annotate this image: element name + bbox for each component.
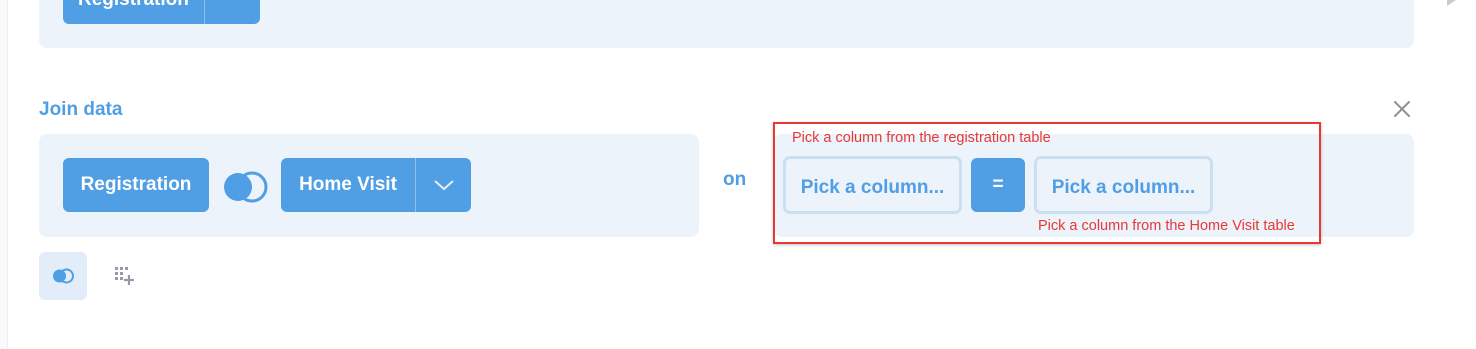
annotation-right-hint: Pick a column from the Home Visit table (1038, 218, 1295, 234)
previous-step-table-label: Registration (63, 0, 204, 24)
add-step-button[interactable] (100, 252, 148, 300)
on-label: on (723, 169, 747, 190)
operator-button[interactable]: = (971, 158, 1025, 212)
chevron-down-icon (433, 180, 454, 191)
join-type-button[interactable] (221, 171, 269, 203)
join-step-title: Join data (39, 99, 123, 120)
venn-diagram-icon (224, 171, 268, 203)
left-edge (0, 0, 8, 349)
right-table-dropdown[interactable] (415, 158, 471, 212)
annotation-left-hint: Pick a column from the registration tabl… (792, 130, 1051, 146)
previous-step-table-pill[interactable]: Registration (63, 0, 260, 24)
remove-step-button[interactable] (1391, 98, 1413, 120)
previous-step-panel: Registration (39, 0, 1414, 48)
previous-step-dropdown[interactable] (203, 0, 260, 24)
join-step-action-button[interactable] (39, 252, 87, 300)
close-icon (1394, 101, 1410, 117)
grid-plus-icon (115, 267, 134, 285)
right-table-label: Home Visit (299, 174, 397, 195)
join-icon (53, 268, 74, 284)
right-table-pill[interactable]: Home Visit (281, 158, 471, 212)
scroll-caret-icon (1447, 0, 1456, 6)
right-column-picker[interactable]: Pick a column... (1034, 156, 1213, 214)
left-column-picker[interactable]: Pick a column... (783, 156, 962, 214)
left-table-pill[interactable]: Registration (63, 158, 209, 212)
